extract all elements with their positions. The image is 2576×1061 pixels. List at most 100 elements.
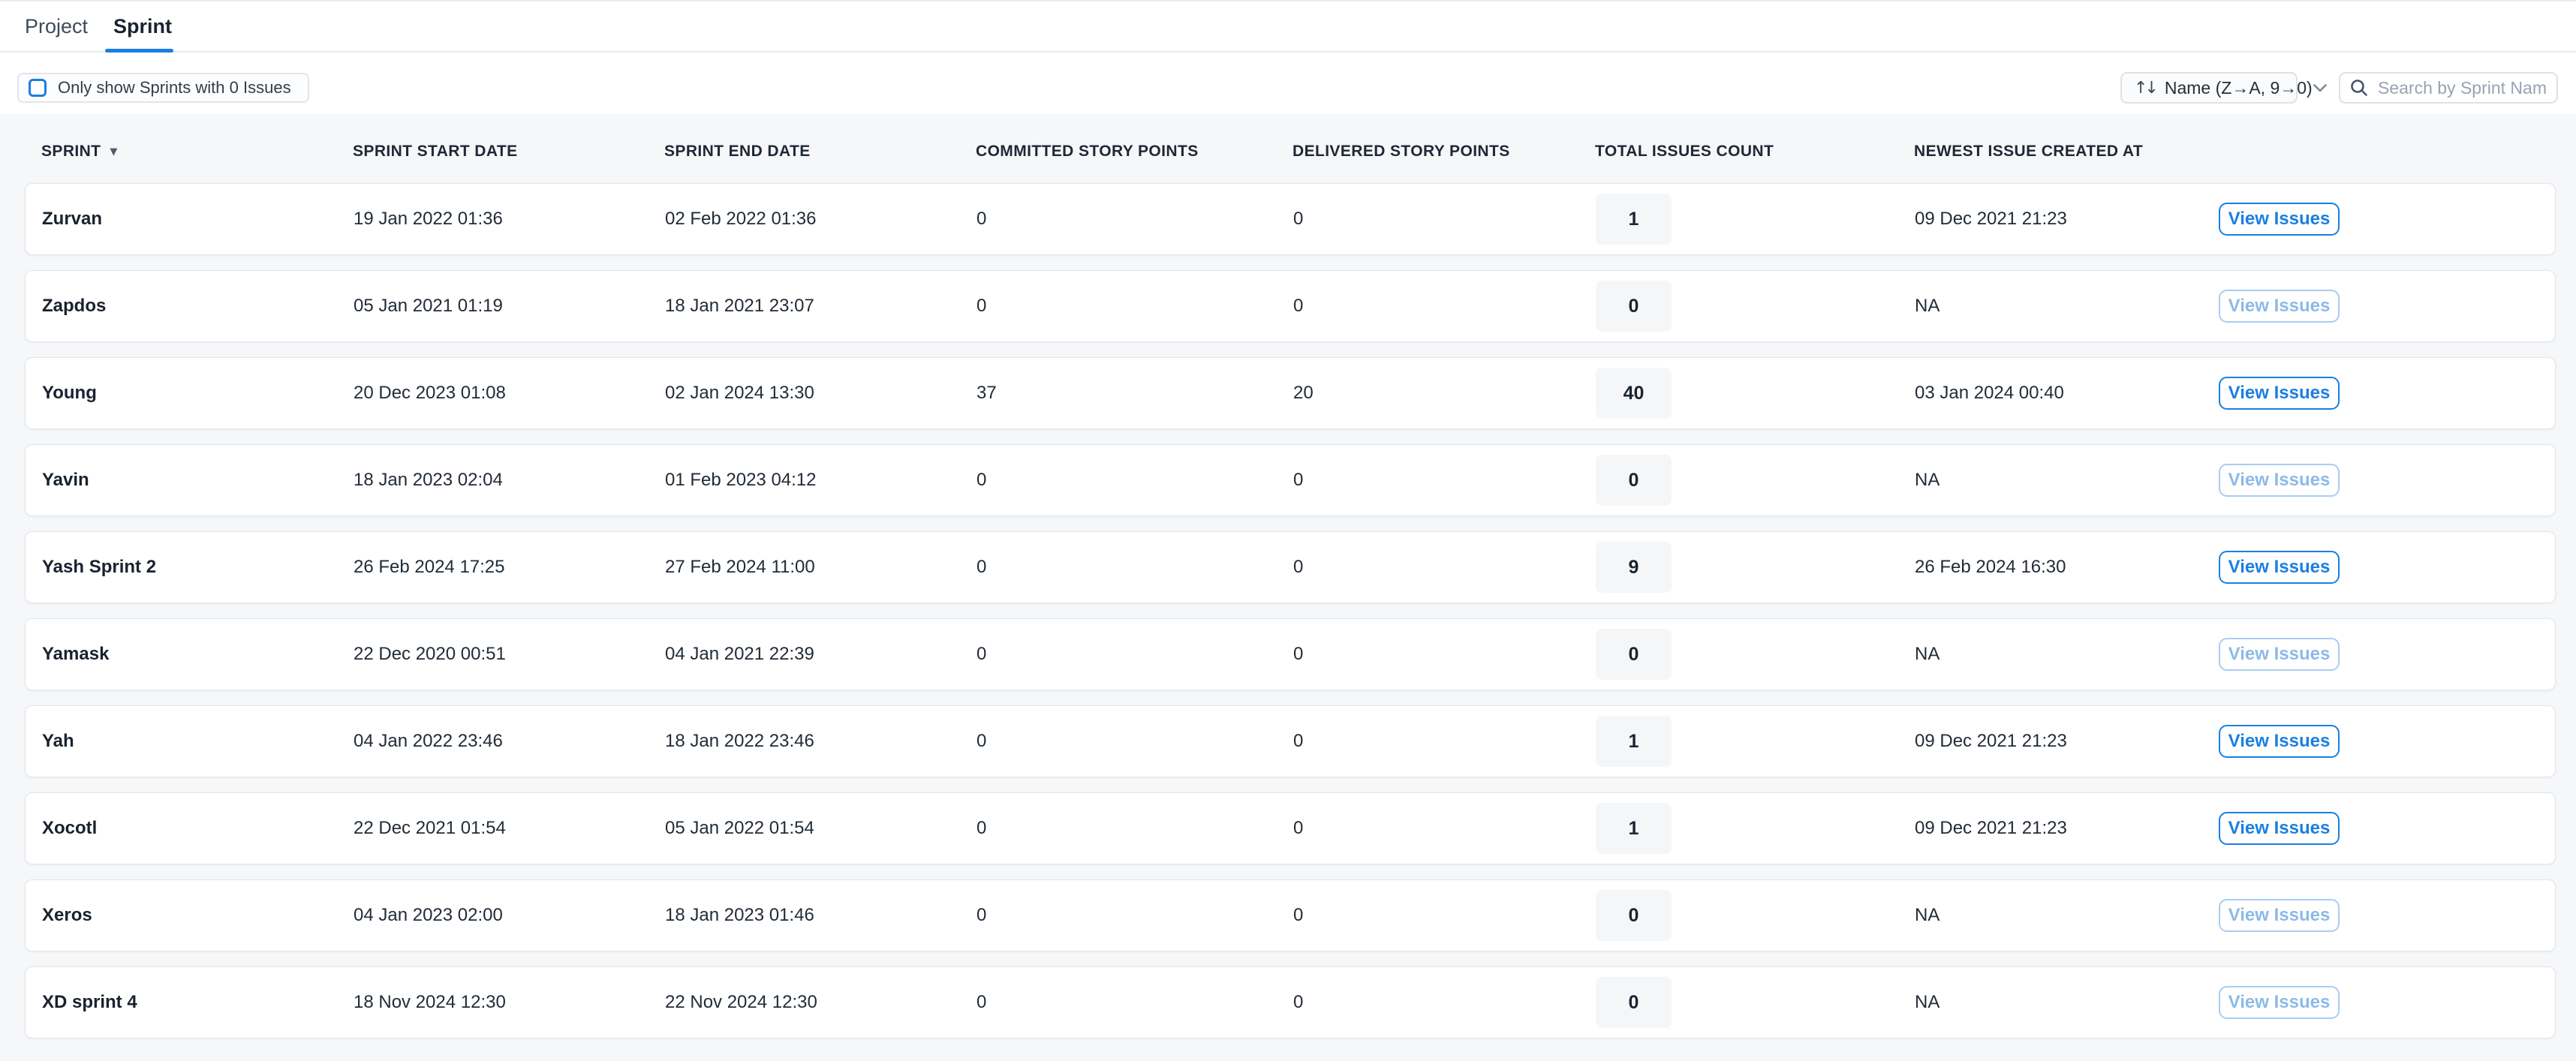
total-issues-badge: 0 [1596,455,1672,506]
committed-story-points: 0 [977,992,1293,1013]
table-row: XD sprint 4 18 Nov 2024 12:30 22 Nov 202… [25,966,2556,1038]
delivered-story-points: 0 [1293,557,1596,578]
delivered-story-points: 0 [1293,992,1596,1013]
table-row: Xeros 04 Jan 2023 02:00 18 Jan 2023 01:4… [25,879,2556,951]
zero-issues-filter[interactable]: Only show Sprints with 0 Issues [17,73,309,103]
actions-cell: View Issues [2219,551,2555,584]
column-header-sprint[interactable]: SPRINT ▼ [25,143,353,161]
sprint-start-date: 20 Dec 2023 01:08 [354,383,665,404]
zero-issues-checkbox[interactable] [29,79,47,97]
view-issues-button[interactable]: View Issues [2219,812,2340,845]
committed-story-points: 0 [977,644,1293,665]
committed-story-points: 0 [977,818,1293,839]
search-input[interactable] [2378,78,2547,98]
sprint-end-date: 27 Feb 2024 11:00 [665,557,977,578]
table-row: Xocotl 22 Dec 2021 01:54 05 Jan 2022 01:… [25,792,2556,864]
newest-issue-created-at: 09 Dec 2021 21:23 [1915,209,2219,230]
sprint-end-date: 22 Nov 2024 12:30 [665,992,977,1013]
newest-issue-created-at: 26 Feb 2024 16:30 [1915,557,2219,578]
total-issues-cell: 40 [1596,368,1915,419]
committed-story-points: 0 [977,470,1293,491]
total-issues-badge: 40 [1596,368,1672,419]
total-issues-cell: 0 [1596,455,1915,506]
sprint-start-date: 26 Feb 2024 17:25 [354,557,665,578]
actions-cell: View Issues [2219,725,2555,758]
tab-sprint[interactable]: Sprint [113,2,172,51]
table-row: Zurvan 19 Jan 2022 01:36 02 Feb 2022 01:… [25,183,2556,255]
sprint-end-date: 18 Jan 2022 23:46 [665,731,977,752]
sprint-name: Yash Sprint 2 [26,557,354,578]
table-header-row: SPRINT ▼ SPRINT START DATE SPRINT END DA… [25,134,2556,170]
sprint-end-date: 18 Jan 2021 23:07 [665,296,977,317]
newest-issue-created-at: NA [1915,992,2219,1013]
view-issues-button[interactable]: View Issues [2219,377,2340,410]
sprint-start-date: 22 Dec 2020 00:51 [354,644,665,665]
table-row: Yavin 18 Jan 2023 02:04 01 Feb 2023 04:1… [25,444,2556,516]
sprint-name: Zapdos [26,296,354,317]
column-header-newest-issue-created-at: NEWEST ISSUE CREATED AT [1914,143,2218,161]
total-issues-cell: 1 [1596,194,1915,245]
total-issues-badge: 0 [1596,977,1672,1028]
active-tab-underline [105,49,173,53]
total-issues-cell: 0 [1596,629,1915,680]
committed-story-points: 0 [977,905,1293,926]
committed-story-points: 0 [977,296,1293,317]
table-row: Yamask 22 Dec 2020 00:51 04 Jan 2021 22:… [25,618,2556,690]
toolbar: Only show Sprints with 0 Issues ↑↓ Name … [0,53,2576,114]
total-issues-cell: 0 [1596,977,1915,1028]
delivered-story-points: 0 [1293,470,1596,491]
column-header-delivered-story-points: DELIVERED STORY POINTS [1293,143,1595,161]
sprint-search [2339,72,2558,104]
actions-cell: View Issues [2219,986,2555,1019]
actions-cell: View Issues [2219,203,2555,236]
sprint-end-date: 02 Jan 2024 13:30 [665,383,977,404]
sprint-name: Young [26,383,354,404]
view-issues-button: View Issues [2219,899,2340,932]
sprint-end-date: 05 Jan 2022 01:54 [665,818,977,839]
total-issues-badge: 0 [1596,629,1672,680]
committed-story-points: 0 [977,731,1293,752]
sprint-end-date: 02 Feb 2022 01:36 [665,209,977,230]
actions-cell: View Issues [2219,464,2555,497]
tab-project[interactable]: Project [25,2,88,51]
column-header-committed-story-points: COMMITTED STORY POINTS [976,143,1293,161]
table-row: Yash Sprint 2 26 Feb 2024 17:25 27 Feb 2… [25,531,2556,603]
sprint-start-date: 04 Jan 2023 02:00 [354,905,665,926]
newest-issue-created-at: 09 Dec 2021 21:23 [1915,731,2219,752]
total-issues-cell: 0 [1596,281,1915,332]
sprint-start-date: 22 Dec 2021 01:54 [354,818,665,839]
search-icon [2349,78,2378,98]
table-row: Yah 04 Jan 2022 23:46 18 Jan 2022 23:46 … [25,705,2556,777]
view-issues-button[interactable]: View Issues [2219,725,2340,758]
table-row: Zapdos 05 Jan 2021 01:19 18 Jan 2021 23:… [25,270,2556,342]
total-issues-cell: 9 [1596,542,1915,593]
actions-cell: View Issues [2219,377,2555,410]
actions-cell: View Issues [2219,899,2555,932]
delivered-story-points: 0 [1293,731,1596,752]
total-issues-badge: 1 [1596,716,1672,767]
committed-story-points: 0 [977,557,1293,578]
total-issues-badge: 0 [1596,890,1672,941]
delivered-story-points: 0 [1293,905,1596,926]
view-issues-button[interactable]: View Issues [2219,551,2340,584]
column-header-sprint-start-date: SPRINT START DATE [353,143,664,161]
view-issues-button: View Issues [2219,638,2340,671]
committed-story-points: 0 [977,209,1293,230]
total-issues-cell: 1 [1596,716,1915,767]
newest-issue-created-at: NA [1915,470,2219,491]
sort-caret-icon: ▼ [110,146,117,158]
sprint-name: Xocotl [26,818,354,839]
chevron-down-icon [2313,83,2328,93]
total-issues-cell: 1 [1596,803,1915,854]
sprint-end-date: 18 Jan 2023 01:46 [665,905,977,926]
actions-cell: View Issues [2219,638,2555,671]
sprint-start-date: 05 Jan 2021 01:19 [354,296,665,317]
actions-cell: View Issues [2219,812,2555,845]
newest-issue-created-at: 09 Dec 2021 21:23 [1915,818,2219,839]
delivered-story-points: 0 [1293,818,1596,839]
view-issues-button[interactable]: View Issues [2219,203,2340,236]
sort-dropdown[interactable]: ↑↓ Name (Z→A, 9→0) [2120,72,2298,104]
actions-cell: View Issues [2219,290,2555,323]
table-body: Zurvan 19 Jan 2022 01:36 02 Feb 2022 01:… [25,183,2556,1038]
column-header-total-issues-count: TOTAL ISSUES COUNT [1595,143,1914,161]
